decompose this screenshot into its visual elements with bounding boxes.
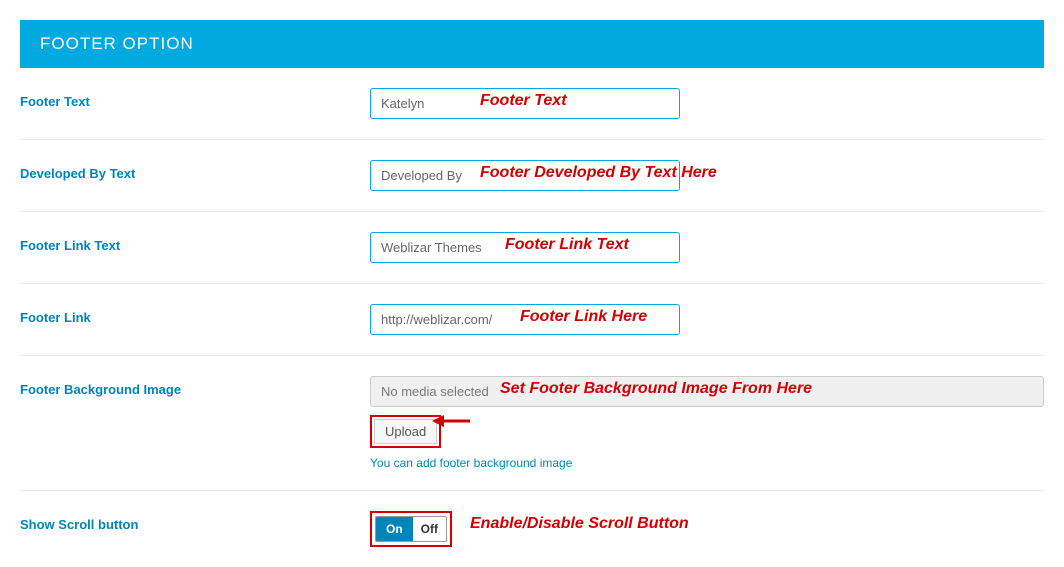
label-footer-link-text: Footer Link Text (20, 232, 370, 253)
row-footer-link-text: Footer Link Text Footer Link Text (20, 212, 1044, 284)
upload-button[interactable]: Upload (374, 419, 437, 444)
section-title: FOOTER OPTION (40, 34, 194, 53)
input-col: No media selected Upload You can add foo… (370, 376, 1044, 470)
row-bg-image: Footer Background Image No media selecte… (20, 356, 1044, 491)
input-col: Footer Text (370, 88, 1044, 119)
row-footer-text: Footer Text Footer Text (20, 68, 1044, 140)
label-footer-text: Footer Text (20, 88, 370, 109)
bg-image-help: You can add footer background image (370, 456, 1044, 470)
developed-by-input[interactable] (370, 160, 680, 191)
row-scroll: Show Scroll button On Off Enable/Disable… (20, 491, 1044, 567)
input-col: Footer Developed By Text Here (370, 160, 1044, 191)
annotation-scroll: Enable/Disable Scroll Button (470, 515, 689, 533)
toggle-off[interactable]: Off (413, 517, 446, 541)
label-footer-link: Footer Link (20, 304, 370, 325)
label-bg-image: Footer Background Image (20, 376, 370, 397)
input-col: Footer Link Here (370, 304, 1044, 335)
toggle-on[interactable]: On (376, 517, 413, 541)
section-header: FOOTER OPTION (20, 20, 1044, 68)
input-col: Footer Link Text (370, 232, 1044, 263)
upload-highlight-box: Upload (370, 415, 441, 448)
footer-text-input[interactable] (370, 88, 680, 119)
toggle-highlight-box: On Off (370, 511, 452, 547)
input-col: On Off Enable/Disable Scroll Button (370, 511, 1044, 547)
label-developed-by: Developed By Text (20, 160, 370, 181)
row-footer-link: Footer Link Footer Link Here (20, 284, 1044, 356)
media-selected-display: No media selected (370, 376, 1044, 407)
footer-link-text-input[interactable] (370, 232, 680, 263)
footer-link-input[interactable] (370, 304, 680, 335)
row-developed-by: Developed By Text Footer Developed By Te… (20, 140, 1044, 212)
scroll-toggle[interactable]: On Off (375, 516, 447, 542)
form-section: Footer Text Footer Text Developed By Tex… (0, 68, 1064, 567)
label-scroll: Show Scroll button (20, 511, 370, 532)
